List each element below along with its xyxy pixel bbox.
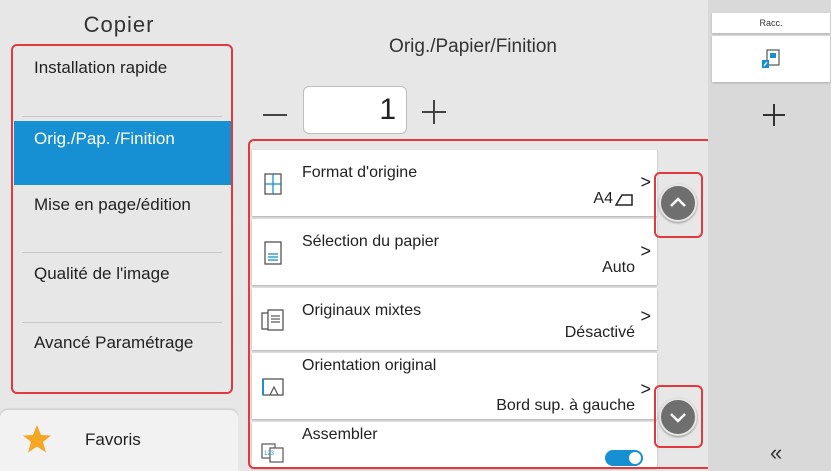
settings-highlight-frame [248,139,713,469]
copies-value: 1 [379,93,396,126]
add-shortcut-button[interactable] [763,104,785,126]
shortcuts-tab[interactable]: Racc. [712,13,830,33]
shortcut-button[interactable] [712,36,830,82]
chevron-down-icon [670,413,686,423]
decrease-copies-button[interactable] [255,95,295,135]
collapse-panel-icon[interactable]: « [770,440,782,466]
star-icon [23,425,51,453]
scroll-up-button[interactable] [659,184,697,222]
nav-highlight-frame [11,44,233,394]
app-title: Copier [83,12,155,37]
copies-field[interactable]: 1 [303,86,407,134]
scroll-down-button[interactable] [659,398,697,436]
chevron-up-icon [670,197,686,207]
shortcut-document-icon [762,49,780,68]
page-title: Orig./Papier/Finition [389,36,557,57]
favorites-button[interactable]: Favoris [0,410,238,471]
favorites-label: Favoris [85,430,141,449]
increase-copies-button[interactable] [414,92,454,132]
